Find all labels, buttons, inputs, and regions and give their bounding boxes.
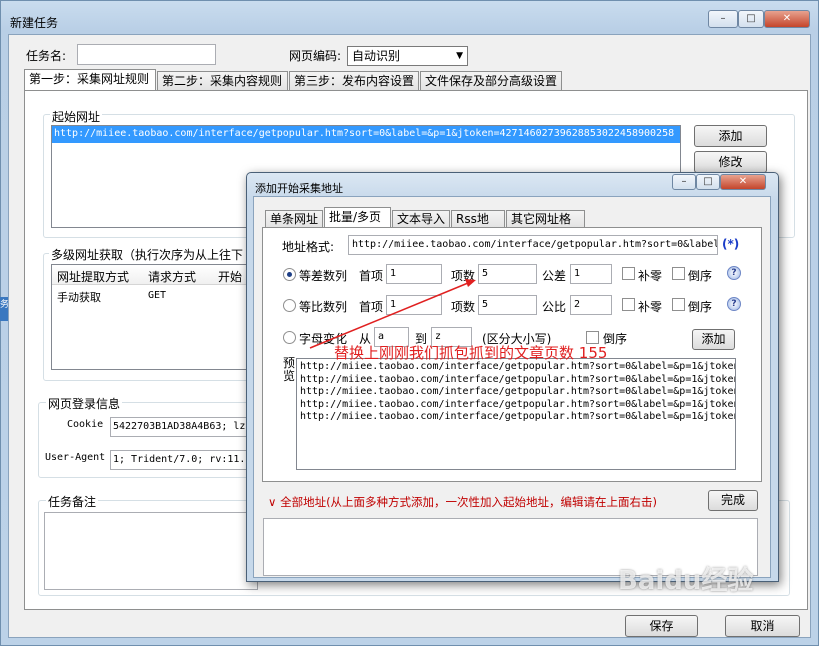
annotation-arrow — [309, 279, 476, 349]
watermark-logo: Baidu经验 — [618, 566, 754, 596]
annotation-text: 替换上刚刚我们抓包抓到的文章页数 155 — [334, 344, 608, 362]
